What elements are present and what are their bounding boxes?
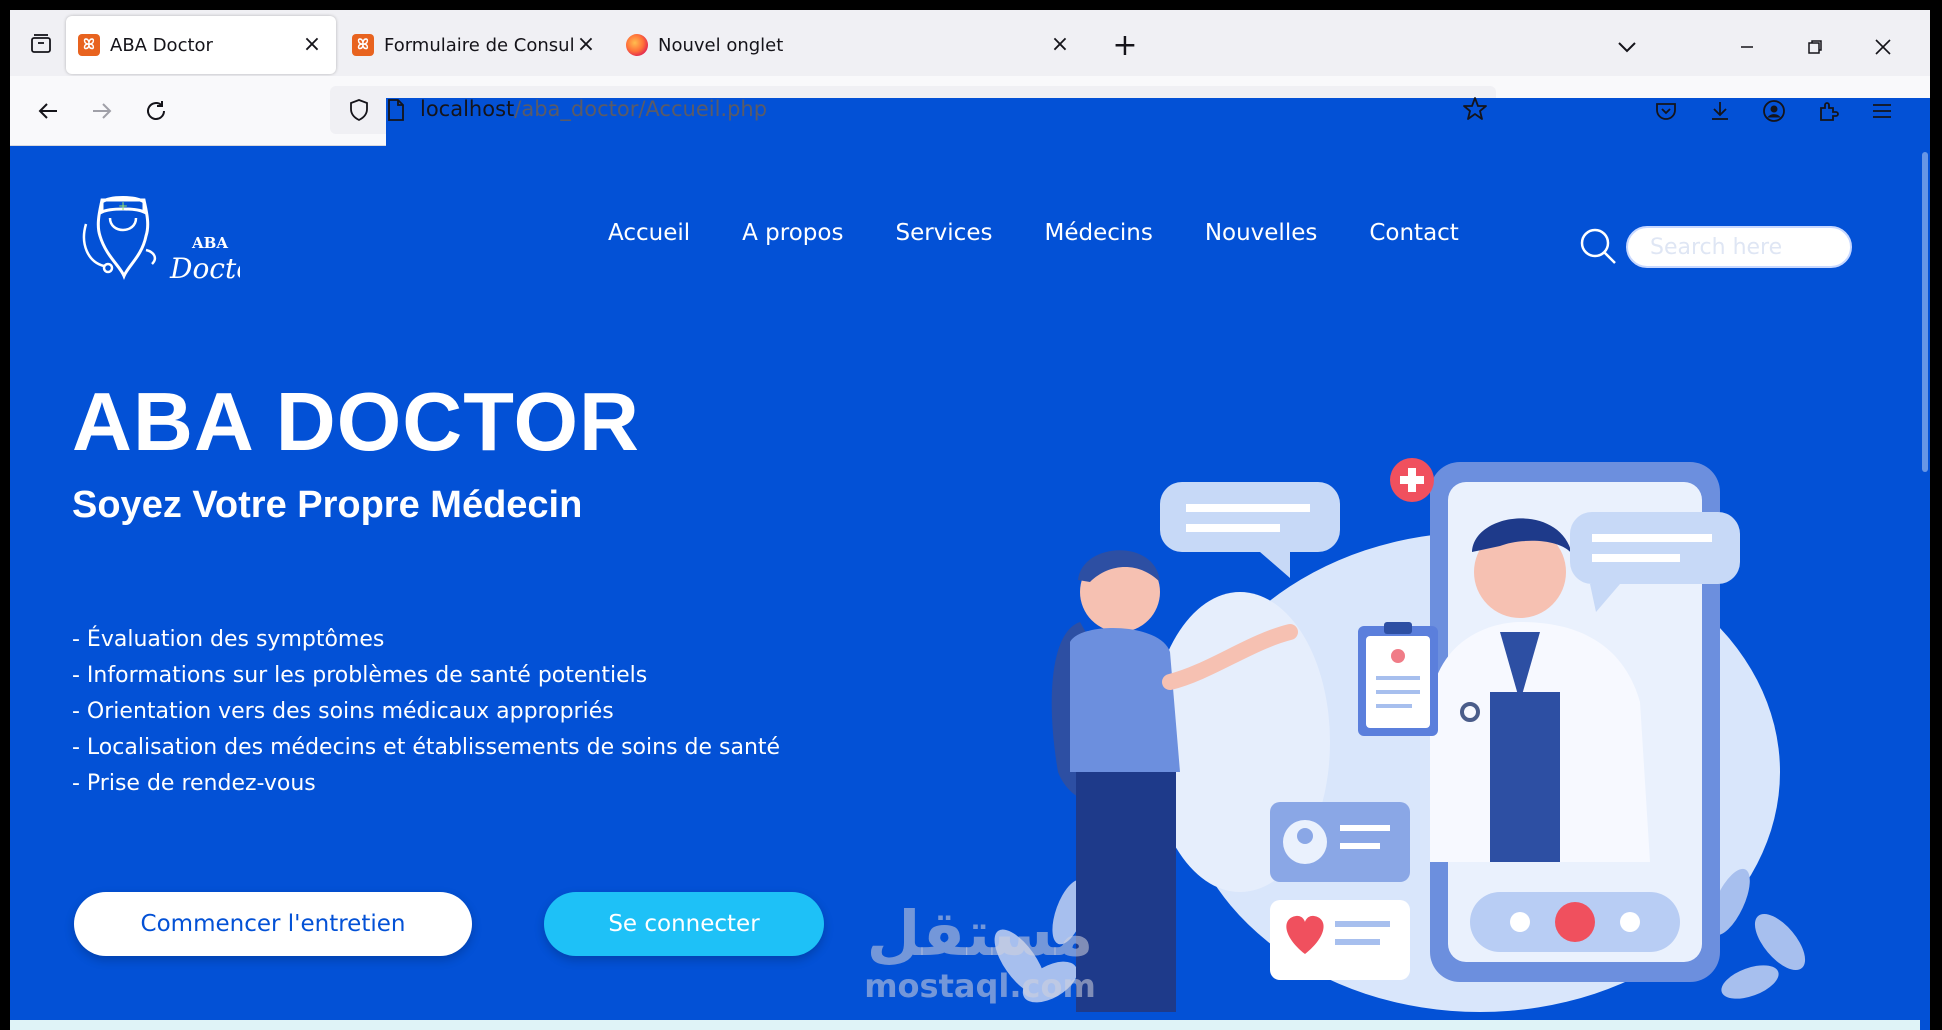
list-item: - Localisation des médecins et établisse… — [72, 735, 781, 760]
shield-icon[interactable] — [348, 98, 370, 126]
feature-list: - Évaluation des symptômes - Information… — [72, 622, 780, 802]
site-logo[interactable]: + ABA Doctor — [80, 194, 268, 294]
nav-contact[interactable]: Contact — [1369, 220, 1458, 246]
xampp-icon: ꕤ — [352, 34, 374, 56]
url-host: localhost — [420, 97, 515, 121]
browser-window: ꕤ ABA Doctor × ꕤ Formulaire de Consultat… — [10, 10, 1930, 1030]
tab-aba-doctor[interactable]: ꕤ ABA Doctor × — [66, 16, 336, 74]
forward-arrow-icon[interactable] — [84, 93, 120, 129]
nav-accueil[interactable]: Accueil — [608, 220, 690, 246]
nav-services[interactable]: Services — [895, 220, 992, 246]
chevron-down-icon[interactable] — [1612, 32, 1642, 62]
logo-doctor-text: Doctor — [169, 252, 240, 285]
tab-title: Nouvel onglet — [658, 34, 784, 56]
main-nav: Accueil A propos Services Médecins Nouve… — [608, 220, 1459, 246]
logo-aba-text: ABA — [191, 234, 228, 252]
mostaql-watermark: مستقل mostaql.com — [850, 902, 1110, 1006]
svg-text:+: + — [118, 199, 128, 213]
tab-list-icon[interactable] — [24, 27, 58, 61]
address-bar[interactable]: localhost/aba_doctor/Accueil.php — [330, 86, 1930, 982]
login-button[interactable]: Se connecter — [544, 892, 824, 956]
hero-subtitle: Soyez Votre Propre Médecin — [72, 484, 583, 526]
new-tab-icon[interactable]: + — [1112, 31, 1138, 61]
nav-a-propos[interactable]: A propos — [742, 220, 843, 246]
scrollbar-thumb[interactable] — [1922, 152, 1928, 472]
bookmark-star-icon[interactable] — [1462, 96, 1488, 126]
next-section-edge — [10, 1020, 1920, 1030]
tab-nouvel-onglet[interactable]: Nouvel onglet × — [614, 16, 1084, 74]
url-text[interactable]: localhost/aba_doctor/Accueil.php — [420, 97, 767, 121]
list-item: - Informations sur les problèmes de sant… — [72, 663, 648, 688]
account-icon[interactable] — [1756, 93, 1792, 129]
start-interview-button[interactable]: Commencer l'entretien — [74, 892, 472, 956]
reload-icon[interactable] — [138, 93, 174, 129]
close-icon[interactable]: × — [300, 33, 324, 57]
watermark-latin: mostaql.com — [864, 967, 1096, 1005]
back-arrow-icon[interactable] — [30, 93, 66, 129]
minimize-icon[interactable] — [1732, 32, 1762, 62]
list-item: - Évaluation des symptômes — [72, 627, 385, 652]
search-input[interactable] — [1626, 226, 1852, 268]
web-page: + ABA Doctor Accueil A propos Services M… — [10, 146, 1930, 1030]
watermark-arabic: مستقل — [866, 897, 1094, 970]
hero-title: ABA DOCTOR — [72, 375, 640, 468]
search-icon[interactable] — [1578, 226, 1618, 266]
nav-nouvelles[interactable]: Nouvelles — [1205, 220, 1318, 246]
nav-medecins[interactable]: Médecins — [1044, 220, 1152, 246]
download-icon[interactable] — [1702, 93, 1738, 129]
tab-title: ABA Doctor — [110, 34, 213, 56]
close-icon[interactable]: × — [574, 33, 598, 57]
list-item: - Prise de rendez-vous — [72, 771, 316, 796]
tab-title: Formulaire de Consultation Mé — [384, 34, 574, 56]
menu-icon[interactable] — [1864, 93, 1900, 129]
firefox-icon — [626, 34, 648, 56]
xampp-icon: ꕤ — [78, 34, 100, 56]
extensions-icon[interactable] — [1810, 93, 1846, 129]
close-icon[interactable]: × — [1048, 33, 1072, 57]
restore-icon[interactable] — [1800, 32, 1830, 62]
scrollbar[interactable] — [1920, 146, 1930, 1030]
tab-bar: ꕤ ABA Doctor × ꕤ Formulaire de Consultat… — [10, 10, 1930, 76]
navigation-toolbar: localhost/aba_doctor/Accueil.php — [10, 76, 1930, 982]
url-path: /aba_doctor/Accueil.php — [514, 97, 768, 121]
list-item: - Orientation vers des soins médicaux ap… — [72, 699, 614, 724]
pocket-icon[interactable] — [1648, 93, 1684, 129]
window-close-icon[interactable] — [1868, 32, 1898, 62]
tab-formulaire[interactable]: ꕤ Formulaire de Consultation Mé × — [340, 16, 610, 74]
